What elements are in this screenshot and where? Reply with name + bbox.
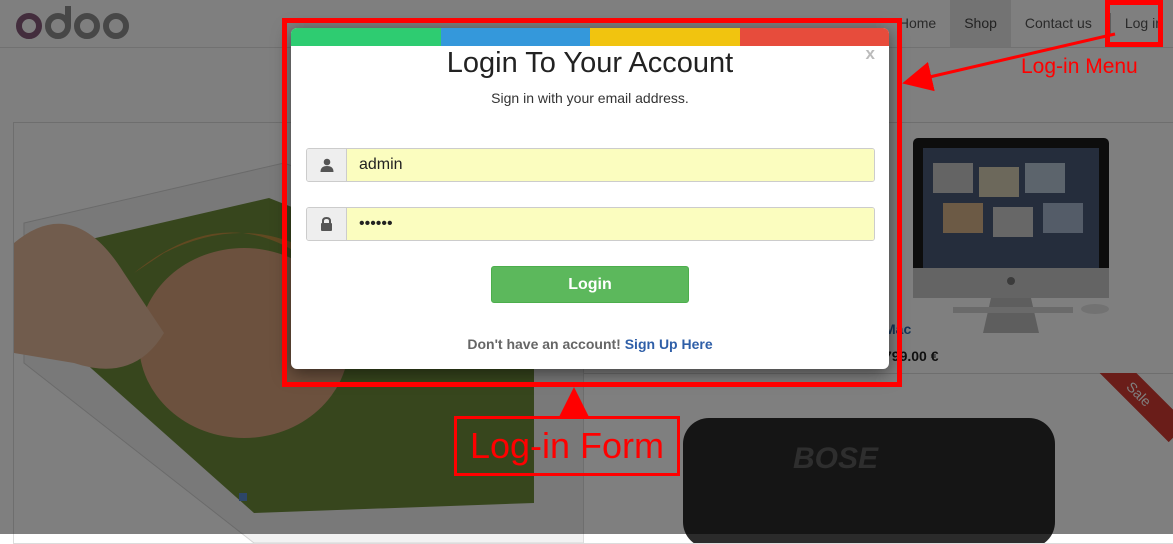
annotation-login-form: Log-in Form <box>469 425 665 466</box>
annotation-login-form-box: Log-in Form <box>454 416 680 476</box>
annotation-login-menu: Log-in Menu <box>1021 55 1138 78</box>
